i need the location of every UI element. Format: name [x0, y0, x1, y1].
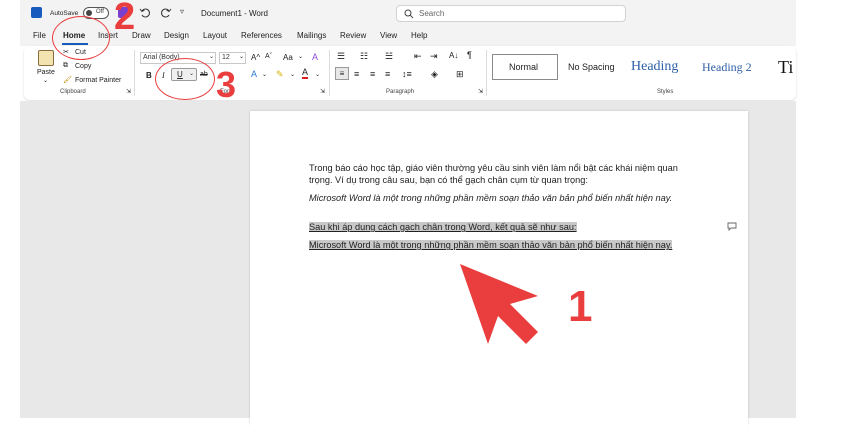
style-normal[interactable]: Normal [492, 54, 558, 80]
copy-button[interactable]: Copy [75, 63, 91, 70]
clipboard-launcher-icon[interactable]: ⇲ [126, 88, 131, 95]
bold-button[interactable]: B [146, 71, 152, 80]
comment-icon[interactable] [727, 222, 737, 231]
shrink-font-button[interactable]: Aˇ [265, 53, 272, 60]
tab-layout[interactable]: Layout [203, 31, 227, 40]
paragraph-result[interactable]: Microsoft Word là một trong những phần m… [309, 240, 689, 252]
style-heading-2[interactable]: Heading 2 [702, 58, 752, 76]
align-center-icon[interactable]: ≡ [354, 69, 359, 79]
change-case-button[interactable]: Aa [283, 53, 293, 62]
sort-icon[interactable]: A↓ [449, 51, 458, 60]
autosave-state: Off [96, 9, 104, 15]
selected-text-underlined: Microsoft Word là một trong những phần m… [309, 240, 673, 250]
font-color-icon[interactable]: A [302, 68, 309, 79]
paragraph-launcher-icon[interactable]: ⇲ [478, 88, 483, 95]
tab-view[interactable]: View [380, 31, 397, 40]
customize-toolbar-icon[interactable]: ▿ [180, 7, 184, 16]
align-right-icon[interactable]: ≡ [370, 69, 375, 79]
show-formatting-icon[interactable]: ¶ [467, 50, 472, 60]
annotation-arrow-icon [460, 264, 538, 344]
separator-font [329, 50, 330, 96]
font-launcher-icon[interactable]: ⇲ [320, 88, 325, 95]
text-effects-icon[interactable]: A [251, 69, 257, 79]
paste-icon[interactable] [38, 50, 54, 66]
font-size-dropdown-icon[interactable]: ⌄ [239, 53, 244, 60]
paragraph-intro[interactable]: Trong báo cáo học tập, giáo viên thường … [309, 163, 689, 186]
paste-dropdown-icon[interactable]: ⌄ [43, 77, 48, 84]
word-logo-icon [31, 7, 42, 18]
align-left-button[interactable]: ≡ [335, 67, 349, 80]
document-title: Document1 - Word [201, 9, 268, 18]
format-painter-icon[interactable]: 🖌 [63, 76, 72, 84]
tab-design[interactable]: Design [164, 31, 189, 40]
line-spacing-icon[interactable]: ↕≡ [402, 69, 412, 79]
annotation-step-2: 2 [114, 0, 136, 38]
paragraph-result-label[interactable]: Sau khi áp dụng cách gạch chân trong Wor… [309, 222, 689, 234]
highlight-icon[interactable]: ✎ [276, 69, 284, 80]
style-title[interactable]: Ti [778, 58, 793, 76]
search-box[interactable]: Search [396, 5, 626, 22]
grow-font-button[interactable]: A^ [251, 53, 260, 62]
tab-mailings[interactable]: Mailings [297, 31, 326, 40]
tab-help[interactable]: Help [411, 31, 427, 40]
font-name-dropdown-icon[interactable]: ⌄ [209, 53, 214, 60]
tab-review[interactable]: Review [340, 31, 366, 40]
annotation-circle-home [52, 16, 110, 60]
multilevel-list-icon[interactable]: ☱ [385, 51, 393, 62]
style-heading[interactable]: Heading [631, 58, 678, 76]
justify-icon[interactable]: ≡ [385, 69, 390, 79]
increase-indent-icon[interactable]: ⇥ [430, 51, 438, 62]
annotation-step-3: 3 [216, 64, 237, 105]
bullets-icon[interactable]: ☰ [337, 51, 345, 62]
paragraph-example[interactable]: Microsoft Word là một trong những phần m… [309, 193, 689, 205]
style-normal-label: Normal [509, 62, 539, 72]
tab-file[interactable]: File [33, 31, 46, 40]
separator-paragraph [486, 50, 487, 96]
tab-references[interactable]: References [241, 31, 282, 40]
paragraph-group-label: Paragraph [386, 89, 415, 95]
separator-clipboard [134, 50, 135, 96]
selected-text: Sau khi áp dụng cách gạch chân trong Wor… [309, 222, 577, 232]
clear-formatting-icon[interactable]: A [312, 52, 318, 62]
font-color-dropdown-icon[interactable]: ⌄ [315, 71, 320, 78]
search-placeholder: Search [419, 9, 445, 18]
toggle-knob [86, 10, 92, 16]
styles-group-label: Styles [657, 89, 674, 95]
text-effects-dropdown-icon[interactable]: ⌄ [262, 71, 267, 78]
copy-icon[interactable]: ⧉ [63, 62, 68, 70]
borders-icon[interactable]: ⊞ [456, 69, 464, 80]
search-icon [404, 9, 414, 19]
clipboard-group-label: Clipboard [60, 89, 86, 95]
style-no-spacing[interactable]: No Spacing [568, 58, 615, 76]
highlight-dropdown-icon[interactable]: ⌄ [290, 71, 295, 78]
numbering-icon[interactable]: ☷ [360, 51, 368, 62]
annotation-step-1: 1 [568, 282, 593, 331]
annotation-circle-underline [155, 58, 215, 100]
shading-icon[interactable]: ◈ [431, 69, 438, 80]
change-case-dropdown-icon[interactable]: ⌄ [298, 53, 303, 60]
undo-icon[interactable] [139, 7, 151, 19]
decrease-indent-icon[interactable]: ⇤ [414, 51, 422, 62]
paste-button[interactable]: Paste [37, 69, 55, 76]
redo-icon[interactable] [160, 7, 172, 19]
format-painter-button[interactable]: Format Painter [75, 77, 121, 84]
